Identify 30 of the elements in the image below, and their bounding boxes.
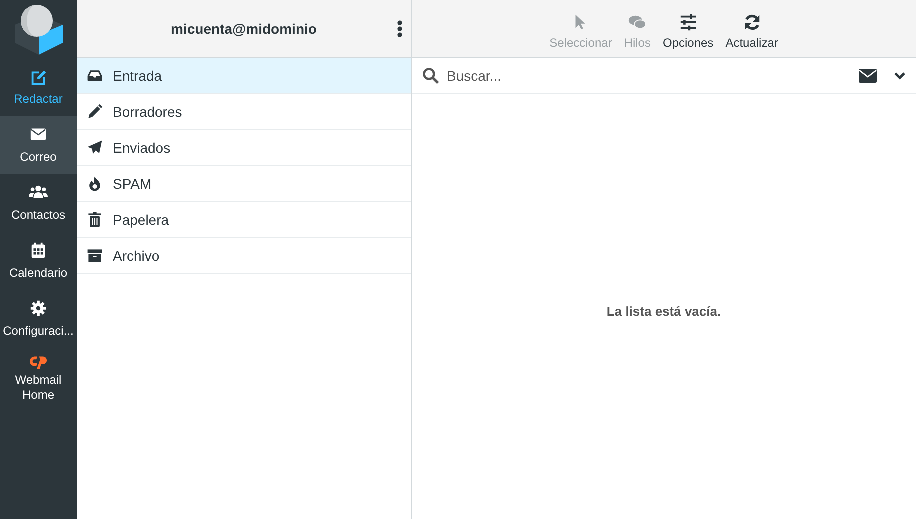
toolbar-button[interactable]: Actualizar bbox=[722, 7, 782, 50]
account-title: micuenta@midominio bbox=[171, 20, 317, 36]
paper-plane-icon bbox=[86, 138, 104, 156]
folder-item[interactable]: Entrada bbox=[77, 58, 411, 94]
folder-item[interactable]: Archivo bbox=[77, 238, 411, 274]
sliders-icon bbox=[678, 13, 698, 32]
gear-icon bbox=[29, 299, 48, 318]
nav-item[interactable]: Calendario bbox=[0, 232, 77, 290]
nav-item[interactable]: Correo bbox=[0, 116, 77, 174]
folder-item[interactable]: Borradores bbox=[77, 94, 411, 130]
envelope-icon[interactable] bbox=[859, 68, 877, 84]
folder-item[interactable]: Enviados bbox=[77, 130, 411, 166]
archive-box-icon bbox=[86, 246, 104, 264]
nav-item[interactable]: Redactar bbox=[0, 58, 77, 116]
folder-item[interactable]: SPAM bbox=[77, 166, 411, 202]
nav-item[interactable]: Webmail Home bbox=[0, 348, 77, 406]
calendar-icon bbox=[29, 241, 48, 260]
search-icon bbox=[422, 66, 440, 84]
nav-item[interactable]: Contactos bbox=[0, 174, 77, 232]
pencil-icon bbox=[86, 102, 104, 120]
folder-item[interactable]: Papelera bbox=[77, 202, 411, 238]
logo-icon bbox=[12, 3, 64, 55]
toolbar-button[interactable]: Opciones bbox=[660, 7, 717, 50]
more-menu-icon[interactable] bbox=[397, 20, 403, 38]
trash-icon bbox=[86, 210, 104, 228]
empty-list-message: La lista está vacía. bbox=[606, 304, 722, 319]
search-field[interactable]: Buscar... bbox=[447, 68, 852, 84]
nav-item[interactable]: Configuraci... bbox=[0, 290, 77, 348]
refresh-icon bbox=[742, 13, 762, 32]
caret-icon[interactable] bbox=[894, 70, 906, 82]
